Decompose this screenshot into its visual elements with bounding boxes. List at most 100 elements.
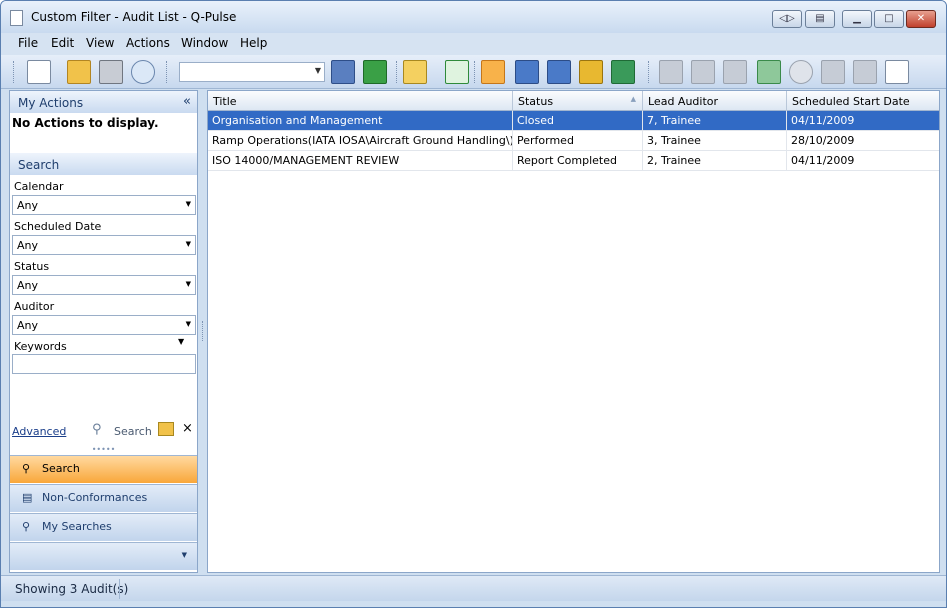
attach-icon[interactable] <box>821 60 845 84</box>
minimize-button[interactable]: ▁ <box>842 10 872 28</box>
menu-bar: File Edit View Actions Window Help <box>1 33 946 55</box>
auditor-label: Auditor <box>14 300 55 313</box>
menu-file[interactable]: File <box>18 36 38 50</box>
table-row[interactable]: Ramp Operations(IATA IOSA\Aircraft Groun… <box>208 131 939 151</box>
window-title: Custom Filter - Audit List - Q-Pulse <box>31 10 237 24</box>
refresh-icon[interactable] <box>789 60 813 84</box>
chart-icon[interactable] <box>611 60 635 84</box>
hierarchy-icon[interactable] <box>363 60 387 84</box>
cell-start-date: 04/11/2009 <box>791 114 855 127</box>
calendar-month-icon[interactable] <box>579 60 603 84</box>
menu-edit[interactable]: Edit <box>51 36 74 50</box>
cell-start-date: 04/11/2009 <box>791 154 855 167</box>
splitter-grip[interactable] <box>202 321 205 341</box>
advanced-link[interactable]: Advanced <box>12 425 66 438</box>
nav-overflow[interactable]: ▼ <box>10 542 197 570</box>
edit-document-icon[interactable] <box>885 60 909 84</box>
printer-icon[interactable] <box>99 60 123 84</box>
save-search-icon[interactable] <box>158 422 174 436</box>
search-button[interactable]: Search <box>114 425 152 438</box>
title-bar: Custom Filter - Audit List - Q-Pulse ◁▷ … <box>1 1 946 33</box>
status-combo[interactable]: Any ▼ <box>12 275 196 295</box>
app-window: Custom Filter - Audit List - Q-Pulse ◁▷ … <box>0 0 947 608</box>
approve-icon[interactable] <box>659 60 683 84</box>
menu-actions[interactable]: Actions <box>126 36 170 50</box>
magnifier-icon: ⚲ <box>22 462 31 475</box>
splitter-grip[interactable]: ••••• <box>10 446 197 455</box>
maximize-button[interactable]: □ <box>874 10 904 28</box>
search-panel-header: Search <box>10 153 197 175</box>
auditor-combo[interactable]: Any ▼ <box>12 315 196 335</box>
nav-non-conformances-label: Non-Conformances <box>42 491 148 504</box>
new-document-icon[interactable] <box>27 60 51 84</box>
toolbar: ▼ <box>1 55 946 89</box>
restore-icon[interactable]: ◁▷ <box>772 10 802 28</box>
keywords-label: Keywords <box>14 340 67 353</box>
nav-search[interactable]: ⚲ Search <box>10 455 197 483</box>
cell-title: Organisation and Management <box>208 111 513 131</box>
chevron-down-icon: ▼ <box>181 551 187 559</box>
assign-user-icon[interactable] <box>691 60 715 84</box>
cell-status: Closed <box>513 111 643 131</box>
export-icon[interactable] <box>757 60 781 84</box>
status-value: Any <box>17 279 39 292</box>
notes-icon[interactable] <box>853 60 877 84</box>
calendar-combo[interactable]: Any ▼ <box>12 195 196 215</box>
open-folder-icon[interactable] <box>67 60 91 84</box>
scheduled-date-value: Any <box>17 239 39 252</box>
sort-ascending-icon: ▲ <box>630 95 636 103</box>
nav-search-label: Search <box>42 462 80 475</box>
column-header-lead-auditor[interactable]: Lead Auditor <box>643 91 787 111</box>
menu-view[interactable]: View <box>86 36 114 50</box>
my-actions-title: My Actions <box>18 96 84 110</box>
save-grid-icon[interactable] <box>331 60 355 84</box>
column-header-status-label: Status <box>518 95 554 108</box>
toolbar-separator <box>474 61 476 83</box>
chevron-down-icon: ▼ <box>185 280 191 288</box>
status-divider <box>119 579 120 599</box>
cell-title: ISO 14000/MANAGEMENT REVIEW <box>208 151 513 171</box>
menu-window[interactable]: Window <box>181 36 228 50</box>
table-row[interactable]: Organisation and Management Closed 7, Tr… <box>208 111 939 131</box>
column-header-title[interactable]: Title <box>208 91 513 111</box>
expand-rows-icon[interactable] <box>445 60 469 84</box>
close-button[interactable]: ✕ <box>906 10 936 28</box>
column-header-status[interactable]: Status ▲ <box>513 91 643 111</box>
check-document-icon[interactable] <box>723 60 747 84</box>
cell-title: Ramp Operations(IATA IOSA\Aircraft Groun… <box>208 131 513 151</box>
auditor-value: Any <box>17 319 39 332</box>
calendar-day-icon[interactable] <box>515 60 539 84</box>
document-list-icon: ▤ <box>22 491 33 504</box>
cell-status: Performed <box>513 131 643 151</box>
menu-help[interactable]: Help <box>240 36 267 50</box>
grid-header: Title Status ▲ Lead Auditor Scheduled St… <box>208 91 939 111</box>
status-label: Status <box>14 260 50 273</box>
keywords-input[interactable] <box>12 354 196 374</box>
print-preview-icon[interactable] <box>131 60 155 84</box>
column-header-scheduled-start-date[interactable]: Scheduled Start Date <box>787 91 939 111</box>
calendar-label: Calendar <box>14 180 64 193</box>
calendar-week-icon[interactable] <box>547 60 571 84</box>
nav-my-searches-label: My Searches <box>42 520 112 533</box>
toolbar-separator <box>396 61 398 83</box>
collapse-icon[interactable]: « <box>183 94 191 109</box>
cell-lead-auditor: 7, Trainee <box>643 111 787 131</box>
toolbar-dropdown[interactable]: ▼ <box>179 62 325 82</box>
nav-non-conformances[interactable]: ▤ Non-Conformances <box>10 484 197 512</box>
table-row[interactable]: ISO 14000/MANAGEMENT REVIEW Report Compl… <box>208 151 939 171</box>
cell-status: Report Completed <box>513 151 643 171</box>
scheduled-date-combo[interactable]: Any ▼ <box>12 235 196 255</box>
layout-icon[interactable] <box>403 60 427 84</box>
nav-my-searches[interactable]: ⚲ My Searches <box>10 513 197 541</box>
my-actions-header: My Actions « <box>10 91 197 113</box>
cell-lead-auditor: 3, Trainee <box>643 131 787 151</box>
status-text: Showing 3 Audit(s) <box>15 582 129 596</box>
list-view-icon[interactable] <box>481 60 505 84</box>
clear-icon[interactable]: × <box>182 421 193 436</box>
audit-grid: Title Status ▲ Lead Auditor Scheduled St… <box>207 90 940 573</box>
saved-search-icon: ⚲ <box>22 520 31 533</box>
window-list-icon[interactable]: ▤ <box>805 10 835 28</box>
chevron-down-icon: ▼ <box>185 200 191 208</box>
scheduled-date-label: Scheduled Date <box>14 220 102 233</box>
keywords-options-icon[interactable]: ▼ <box>178 337 184 346</box>
